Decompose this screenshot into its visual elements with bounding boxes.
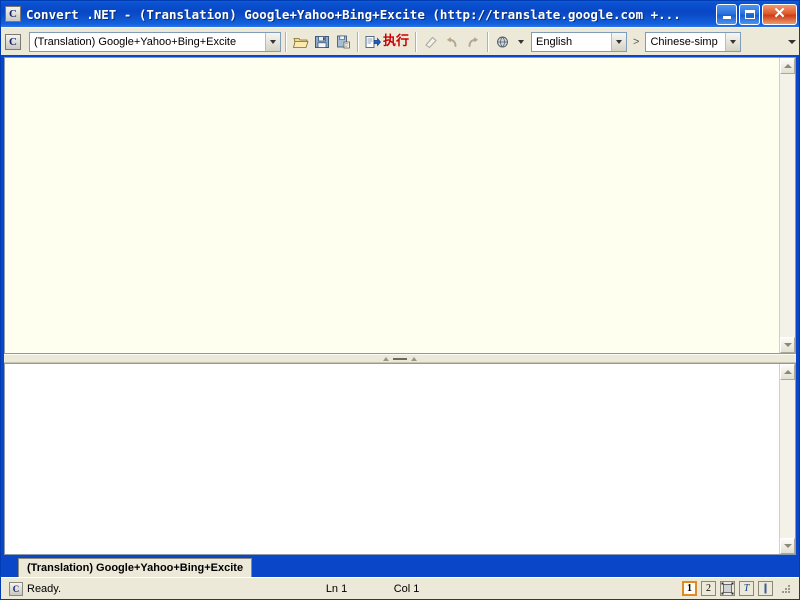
redo-arrow-icon bbox=[465, 34, 481, 50]
status-column-indicator: Col 1 bbox=[372, 583, 442, 595]
document-combo-box[interactable]: (Translation) Google+Yahoo+Bing+Excite bbox=[29, 32, 281, 52]
image-frame-icon bbox=[721, 582, 734, 595]
toolbar-app-icon[interactable]: C bbox=[5, 34, 21, 50]
chevron-down-icon[interactable] bbox=[265, 33, 280, 51]
document-tab[interactable]: (Translation) Google+Yahoo+Bing+Excite bbox=[18, 558, 252, 577]
toolbar-overflow-button[interactable] bbox=[786, 30, 798, 54]
output-scroll-track[interactable] bbox=[780, 380, 795, 538]
output-text-editor[interactable] bbox=[5, 364, 779, 554]
direction-arrow-icon: > bbox=[628, 36, 644, 48]
clear-button[interactable] bbox=[421, 31, 441, 53]
target-language-value: Chinese-simp bbox=[650, 36, 725, 48]
undo-arrow-icon bbox=[444, 34, 460, 50]
image-view-button[interactable] bbox=[720, 581, 735, 596]
window-controls: ✕ bbox=[716, 4, 797, 25]
save-as-button[interactable] bbox=[333, 31, 353, 53]
text-view-button[interactable]: T bbox=[739, 581, 754, 596]
save-as-icon bbox=[335, 34, 351, 50]
status-view-buttons: 1 2 T bbox=[682, 581, 797, 596]
window-title: Convert .NET - (Translation) Google+Yaho… bbox=[26, 7, 710, 22]
save-button[interactable] bbox=[312, 31, 332, 53]
resize-grip-icon[interactable] bbox=[779, 582, 793, 596]
output-scroll-down-button[interactable] bbox=[780, 538, 795, 554]
document-tab-strip: (Translation) Google+Yahoo+Bing+Excite bbox=[4, 557, 796, 577]
main-toolbar: C (Translation) Google+Yahoo+Bing+Excite bbox=[1, 27, 799, 55]
toolbar-separator-4 bbox=[487, 32, 489, 52]
output-pane bbox=[4, 363, 796, 555]
scroll-track[interactable] bbox=[780, 74, 795, 337]
scroll-up-button[interactable] bbox=[780, 58, 795, 74]
column-view-button[interactable] bbox=[758, 581, 773, 596]
maximize-button[interactable] bbox=[739, 4, 760, 25]
double-chevron-down-icon bbox=[788, 40, 796, 44]
language-options-button[interactable] bbox=[493, 31, 530, 53]
title-bar[interactable]: C Convert .NET - (Translation) Google+Ya… bbox=[1, 1, 799, 27]
floppy-disk-icon bbox=[314, 34, 330, 50]
close-icon: ✕ bbox=[773, 6, 786, 21]
target-language-combo[interactable]: Chinese-simp bbox=[645, 32, 741, 52]
execute-icon bbox=[365, 34, 381, 50]
document-combo[interactable]: (Translation) Google+Yahoo+Bing+Excite bbox=[29, 32, 281, 52]
open-folder-icon bbox=[293, 34, 309, 50]
source-language-box[interactable]: English bbox=[531, 32, 627, 52]
client-area: (Translation) Google+Yahoo+Bing+Excite bbox=[1, 55, 799, 577]
maximize-icon bbox=[745, 10, 755, 19]
close-button[interactable]: ✕ bbox=[762, 4, 797, 25]
globe-chevron-down-icon[interactable] bbox=[513, 33, 528, 51]
vertical-bar-icon bbox=[760, 583, 771, 594]
output-vertical-scrollbar[interactable] bbox=[779, 364, 795, 554]
document-combo-value: (Translation) Google+Yahoo+Bing+Excite bbox=[34, 36, 265, 48]
app-icon[interactable]: C bbox=[5, 6, 21, 22]
status-app-icon: C bbox=[9, 582, 23, 596]
splitter-handle-icon[interactable] bbox=[393, 358, 407, 360]
minimize-button[interactable] bbox=[716, 4, 737, 25]
execute-button[interactable]: 执行 bbox=[363, 31, 411, 53]
source-language-value: English bbox=[536, 36, 611, 48]
status-bar: C Ready. Ln 1 Col 1 1 2 T bbox=[1, 577, 799, 599]
source-vertical-scrollbar[interactable] bbox=[779, 58, 795, 353]
status-line-indicator: Ln 1 bbox=[302, 583, 372, 595]
eraser-icon bbox=[423, 34, 439, 50]
open-button[interactable] bbox=[291, 31, 311, 53]
splitter-collapse-down-icon[interactable] bbox=[411, 357, 417, 361]
target-chevron-down-icon[interactable] bbox=[725, 33, 740, 51]
globe-icon bbox=[495, 34, 511, 50]
pane-splitter[interactable] bbox=[4, 354, 796, 363]
source-chevron-down-icon[interactable] bbox=[611, 33, 626, 51]
editor-panes bbox=[4, 57, 796, 555]
redo-button[interactable] bbox=[463, 31, 483, 53]
source-pane bbox=[4, 57, 796, 354]
splitter-collapse-up-icon[interactable] bbox=[383, 357, 389, 361]
output-scroll-up-button[interactable] bbox=[780, 364, 795, 380]
undo-button[interactable] bbox=[442, 31, 462, 53]
source-text-editor[interactable] bbox=[5, 58, 779, 353]
view-2-button[interactable]: 2 bbox=[701, 581, 716, 596]
toolbar-separator-2 bbox=[357, 32, 359, 52]
status-text: Ready. bbox=[27, 583, 61, 595]
source-language-combo[interactable]: English bbox=[531, 32, 627, 52]
toolbar-separator bbox=[285, 32, 287, 52]
minimize-icon bbox=[723, 16, 731, 19]
view-1-button[interactable]: 1 bbox=[682, 581, 697, 596]
execute-label: 执行 bbox=[383, 35, 409, 48]
scroll-down-button[interactable] bbox=[780, 337, 795, 353]
application-window: C Convert .NET - (Translation) Google+Ya… bbox=[0, 0, 800, 600]
toolbar-separator-3 bbox=[415, 32, 417, 52]
target-language-box[interactable]: Chinese-simp bbox=[645, 32, 741, 52]
